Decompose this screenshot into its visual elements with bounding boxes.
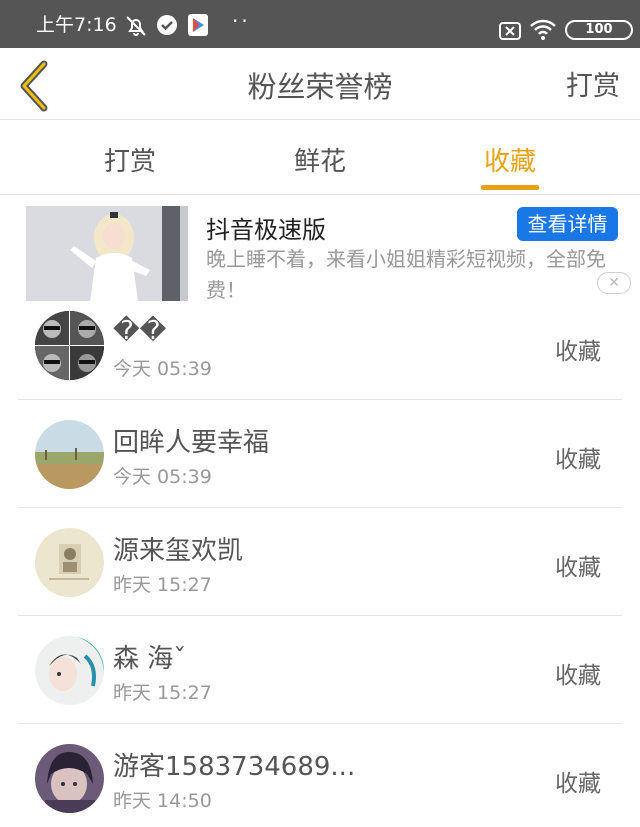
avatar [35,420,104,489]
battery-icon: 100 [565,20,633,40]
status-dots: ·· [232,9,251,33]
user-name: 森 海ˇ [113,644,187,674]
favorite-label: 收藏 [555,339,601,365]
favorite-label: 收藏 [555,555,601,581]
ad-description: 晚上睡不着，来看小姐姐精彩短视频，全部免费！ [206,247,606,302]
title-bar: 粉丝荣誉榜 打赏 [0,48,640,120]
list-item[interactable]: �� 今天 05:39 收藏 [0,300,640,408]
status-time: 上午7:16 [36,14,117,36]
ad-title: 抖音极速版 [206,216,326,244]
favorite-time: 昨天 15:27 [113,682,212,704]
tab-reward[interactable]: 打赏 [70,141,190,178]
favorite-label: 收藏 [555,771,601,797]
avatar [35,311,104,380]
list-item[interactable]: 回眸人要幸福 今天 05:39 收藏 [0,400,640,508]
favorite-label: 收藏 [555,447,601,473]
tab-favorites[interactable]: 收藏 [450,141,570,178]
user-name: 游客1583734689... [113,752,356,782]
user-name: 回眸人要幸福 [113,428,270,458]
avatar [35,636,104,705]
ad-details-button[interactable]: 查看详情 [517,207,618,241]
close-icon: ✕ [608,275,620,291]
tab-flowers[interactable]: 鲜花 [260,141,380,178]
list-item[interactable]: 源来玺欢凯 昨天 15:27 收藏 [0,508,640,616]
avatar [35,744,104,813]
page-title: 粉丝荣誉榜 [247,70,393,104]
sim-off-icon [499,22,521,44]
check-circle-icon [156,14,178,40]
favorite-time: 今天 05:39 [113,358,212,380]
ad-close-button[interactable]: ✕ [597,272,631,294]
ad-banner[interactable]: 抖音极速版 查看详情 晚上睡不着，来看小姐姐精彩短视频，全部免费！ [0,196,640,304]
favorite-time: 昨天 15:27 [113,574,212,596]
play-store-icon [188,14,208,40]
mute-bell-icon [124,14,148,42]
reward-button[interactable]: 打赏 [566,64,620,103]
status-bar: 上午7:16 ·· 100 [0,0,640,48]
favorite-time: 今天 05:39 [113,466,212,488]
user-name: �� [113,316,167,346]
active-tab-indicator [481,185,539,190]
ad-thumbnail[interactable] [26,206,188,301]
favorite-label: 收藏 [555,663,601,689]
list-item[interactable]: 游客1583734689... 昨天 14:50 收藏 [0,724,640,827]
user-name: 源来玺欢凯 [113,536,244,566]
list-item[interactable]: 森 海ˇ 昨天 15:27 收藏 [0,616,640,724]
tab-bar: 打赏 鲜花 收藏 [0,121,640,195]
favorite-time: 昨天 14:50 [113,790,212,812]
wifi-icon [529,18,557,44]
avatar [35,528,104,597]
